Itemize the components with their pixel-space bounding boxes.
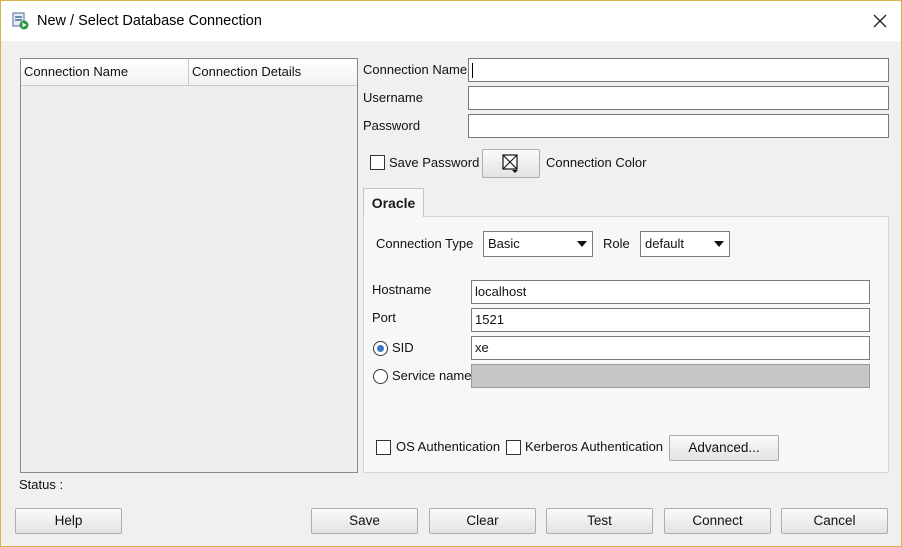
password-field[interactable] [468,114,889,138]
connection-type-label: Connection Type [376,236,474,251]
help-button[interactable]: Help [15,508,122,534]
hostname-field[interactable]: localhost [471,280,870,304]
cancel-button[interactable]: Cancel [781,508,888,534]
port-field[interactable]: 1521 [471,308,870,332]
save-password-label: Save Password [389,155,480,170]
connect-button[interactable]: Connect [664,508,771,534]
connection-color-button[interactable] [482,149,540,178]
dialog-window: New / Select Database Connection Connect… [0,0,902,547]
close-button[interactable] [867,8,893,34]
service-name-field [471,364,870,388]
status-label: Status : [19,477,64,492]
advanced-button[interactable]: Advanced... [669,435,779,461]
connection-type-value: Basic [488,236,520,251]
close-icon [873,14,887,28]
chevron-down-icon [577,241,587,247]
port-value: 1521 [475,312,504,327]
os-authentication-checkbox[interactable] [376,440,391,455]
sid-value: xe [475,340,489,355]
column-header-connection-details[interactable]: Connection Details [189,59,357,85]
chevron-down-icon [714,241,724,247]
sid-field[interactable]: xe [471,336,870,360]
port-label: Port [372,310,396,325]
role-select[interactable]: default [640,231,730,257]
kerberos-authentication-label: Kerberos Authentication [525,439,664,454]
connections-table[interactable]: Connection Name Connection Details [20,58,358,473]
connection-color-label: Connection Color [546,155,647,170]
connection-type-select[interactable]: Basic [483,231,593,257]
role-value: default [645,236,685,251]
color-swatch-icon [502,154,518,173]
password-label: Password [363,118,421,133]
window-title: New / Select Database Connection [37,13,262,29]
sid-label: SID [392,340,414,355]
save-password-checkbox[interactable] [370,155,385,170]
os-authentication-label: OS Authentication [396,439,501,454]
save-button[interactable]: Save [311,508,418,534]
test-button[interactable]: Test [546,508,653,534]
username-field[interactable] [468,86,889,110]
service-name-radio[interactable] [373,369,388,384]
title-bar: New / Select Database Connection [1,1,901,41]
role-label: Role [603,236,630,251]
column-header-connection-name[interactable]: Connection Name [21,59,189,85]
sid-radio[interactable] [373,341,388,356]
hostname-label: Hostname [372,282,432,297]
text-caret [472,63,473,78]
connection-name-field[interactable] [468,58,889,82]
kerberos-authentication-checkbox[interactable] [506,440,521,455]
hostname-value: localhost [475,284,527,299]
tab-oracle[interactable]: Oracle [363,188,424,217]
clear-button[interactable]: Clear [429,508,536,534]
database-connection-icon [12,12,29,30]
table-header: Connection Name Connection Details [21,59,357,86]
service-name-label: Service name [392,368,472,383]
username-label: Username [363,90,423,105]
connection-name-label: Connection Name [363,62,468,77]
